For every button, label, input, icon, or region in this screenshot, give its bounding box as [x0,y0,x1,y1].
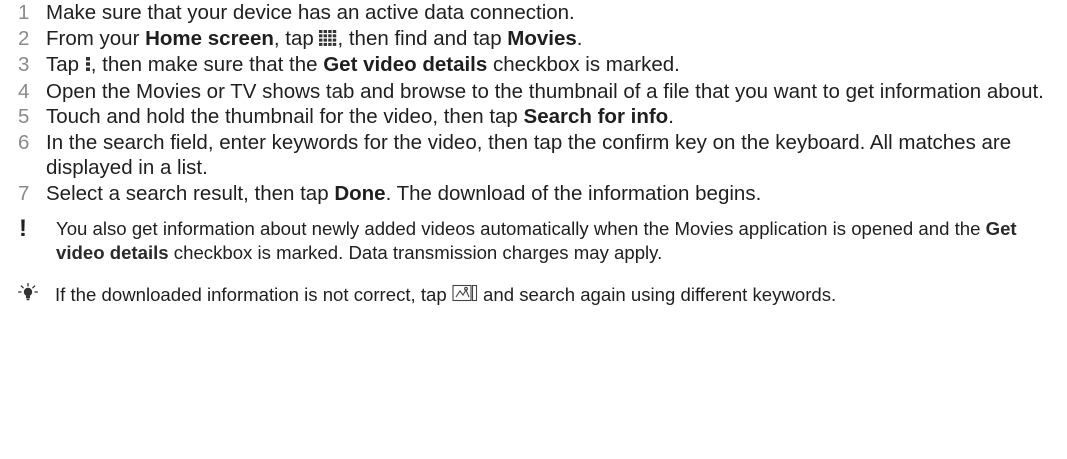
step-text: From your Home screen, tap , then find a… [46,26,1058,53]
exclamation-icon: ! [19,215,27,242]
document: 1 Make sure that your device has an acti… [17,0,1058,308]
step-number: 3 [18,53,30,76]
step-number: 5 [18,105,30,128]
step-text: In the search field, enter keywords for … [46,130,1012,180]
important-note: ! You also get information about newly a… [18,217,1058,265]
tip-note: If the downloaded information is not cor… [17,282,1058,308]
step-6: 6 In the search field, enter keywords fo… [18,130,1058,181]
step-7: 7 Select a search result, then tap Done.… [18,181,1058,207]
movies-label: Movies [507,26,577,50]
step-number: 2 [18,26,30,50]
search-for-info-label: Search for info [523,105,669,128]
home-screen-label: Home screen [145,26,274,50]
note-text: You also get information about newly add… [56,218,1017,263]
app-grid-icon [319,27,337,53]
step-text: Make sure that your device has an active… [46,1,575,24]
step-text: Tap , then make sure that the Get video … [46,52,1058,79]
get-video-details-label: Get video details [323,53,488,76]
step-number: 1 [18,1,30,24]
tip-text: If the downloaded information is not cor… [55,283,1058,308]
step-text: Open the Movies or TV shows tab and brow… [46,79,1044,103]
step-text: Touch and hold the thumbnail for the vid… [46,105,674,128]
lightbulb-icon [17,282,55,308]
step-2: 2 From your Home screen, tap , then find… [18,26,1058,53]
step-1: 1 Make sure that your device has an acti… [18,0,1058,26]
instruction-steps: 1 Make sure that your device has an acti… [18,0,1058,206]
step-4: 4 Open the Movies or TV shows tab and br… [18,79,1058,105]
done-label: Done [334,181,386,205]
edit-info-icon [452,284,478,308]
step-number: 4 [18,79,30,103]
step-3: 3 Tap , then make sure that the Get vide… [18,52,1058,79]
step-text: Select a search result, then tap Done. T… [46,181,762,205]
step-number: 7 [18,181,30,205]
step-number: 6 [18,130,30,154]
step-5: 5 Touch and hold the thumbnail for the v… [18,104,1058,130]
